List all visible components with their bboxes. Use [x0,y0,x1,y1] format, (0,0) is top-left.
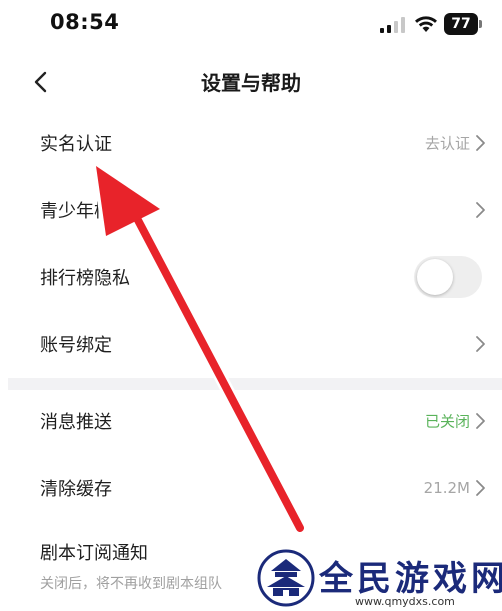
pagoda-logo-icon [257,549,315,607]
row-value: 去认证 [424,134,470,153]
row-label: 排行榜隐私 [40,268,130,289]
chevron-right-icon [476,135,485,151]
battery-icon: 77 [444,13,482,35]
nav-bar: 设置与帮助 [0,55,502,110]
settings-row-teen-mode[interactable]: 青少年模式 [0,177,502,243]
chevron-right-icon [476,413,485,429]
page-title: 设置与帮助 [201,71,301,95]
settings-row-clear-cache[interactable]: 清除缓存 21.2M [0,455,502,521]
battery-cap [479,20,482,28]
battery-level: 77 [444,13,478,35]
chevron-right-icon [476,480,485,496]
settings-row-push-notification[interactable]: 消息推送 已关闭 [0,388,502,454]
settings-row-account-binding[interactable]: 账号绑定 [0,311,502,377]
status-time: 08:54 [50,10,120,34]
ranking-privacy-toggle[interactable] [414,256,482,298]
row-label: 青少年模式 [40,201,130,222]
script-subscription-sub: 关闭后，将不再收到剧本组队 [40,576,222,592]
row-label: 消息推送 [40,412,112,433]
chevron-right-icon [476,336,485,352]
watermark-url: www.qmydxs.com [355,595,455,608]
row-label: 账号绑定 [40,335,112,356]
settings-row-real-name[interactable]: 实名认证 去认证 [0,110,502,176]
cellular-signal-icon [380,17,405,33]
status-bar: 08:54 77 [0,0,502,50]
row-label: 实名认证 [40,134,112,155]
row-value: 21.2M [423,479,470,497]
wifi-icon [415,16,437,32]
settings-row-ranking-privacy: 排行榜隐私 [0,244,502,310]
watermark-title: 全民游戏网 [319,559,502,599]
script-subscription-label: 剧本订阅通知 [40,543,148,564]
row-value: 已关闭 [424,412,470,431]
watermark: 全民游戏网 www.qmydxs.com [255,545,502,611]
row-label: 清除缓存 [40,479,112,500]
chevron-right-icon [476,202,485,218]
toggle-knob [417,259,453,295]
